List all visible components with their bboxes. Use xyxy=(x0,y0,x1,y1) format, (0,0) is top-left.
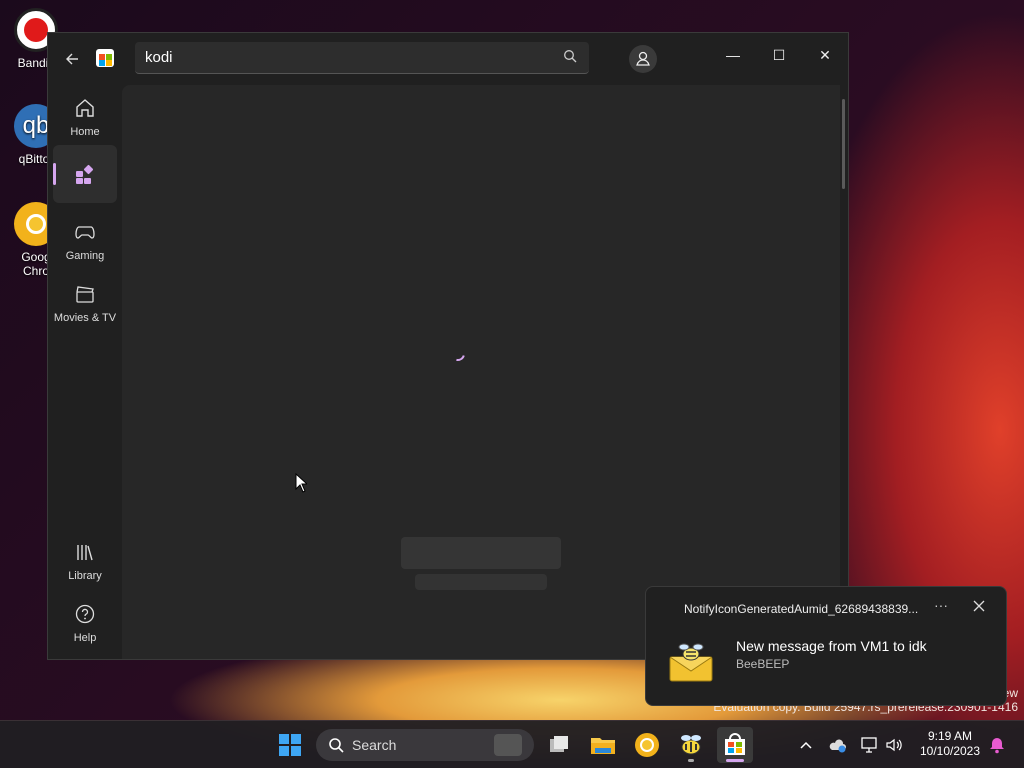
close-icon xyxy=(973,600,985,612)
content-area xyxy=(122,85,840,659)
sidebar: Home Gaming Movies & TV Library Help xyxy=(48,83,122,659)
taskbar: Search 9:19 AM 10/10/2023 xyxy=(0,720,1024,768)
nav-library[interactable]: Library xyxy=(53,533,117,591)
task-view-button[interactable] xyxy=(541,727,577,763)
chrome-taskbar-button[interactable] xyxy=(629,727,665,763)
minimize-button[interactable]: — xyxy=(710,39,756,71)
folder-icon xyxy=(591,738,615,754)
envelope-bee-icon xyxy=(669,643,713,682)
store-icon xyxy=(725,733,745,755)
clapperboard-icon xyxy=(76,286,94,303)
store-logo-icon xyxy=(96,49,114,67)
maximize-button[interactable]: ☐ xyxy=(756,39,802,71)
nav-label: Help xyxy=(73,632,97,644)
minimize-icon: — xyxy=(726,47,740,63)
clock-date: 10/10/2023 xyxy=(919,744,981,758)
nav-help[interactable]: Help xyxy=(53,595,117,653)
person-icon xyxy=(636,51,650,66)
notification-title: New message from VM1 to idk xyxy=(736,638,927,654)
beebeep-taskbar-button[interactable] xyxy=(673,727,709,763)
nav-gaming[interactable]: Gaming xyxy=(53,213,117,271)
file-explorer-button[interactable] xyxy=(585,727,621,763)
skeleton-placeholder xyxy=(415,574,547,590)
nav-home[interactable]: Home xyxy=(53,89,117,147)
gamepad-icon xyxy=(75,226,95,239)
network-tray-button[interactable] xyxy=(860,735,880,755)
nav-label: Movies & TV xyxy=(53,312,117,324)
search-icon xyxy=(564,50,577,63)
start-button[interactable] xyxy=(272,727,308,763)
volume-tray-button[interactable] xyxy=(884,735,904,755)
show-hidden-icons-button[interactable] xyxy=(796,735,816,755)
search-box xyxy=(135,42,589,74)
home-icon xyxy=(76,99,94,117)
maximize-icon: ☐ xyxy=(772,47,786,63)
taskbar-search[interactable]: Search xyxy=(316,729,534,761)
chrome-icon xyxy=(635,733,659,757)
running-indicator xyxy=(688,759,694,762)
store-window: — ☐ ✕ Home Gaming Movies & TV xyxy=(47,32,849,660)
task-view-icon xyxy=(550,736,568,752)
store-taskbar-button[interactable] xyxy=(717,727,753,763)
help-icon xyxy=(75,604,95,624)
taskbar-search-label: Search xyxy=(352,737,397,753)
nav-label: Home xyxy=(70,126,100,138)
cloud-icon xyxy=(829,739,846,753)
speaker-icon xyxy=(886,738,902,752)
notification-more-button[interactable]: ··· xyxy=(932,597,950,613)
notification-toast[interactable]: NotifyIconGeneratedAumid_62689438839... … xyxy=(645,586,1007,706)
close-icon: ✕ xyxy=(819,47,831,63)
notification-subtitle: BeeBEEP xyxy=(736,657,790,671)
arrow-left-icon xyxy=(66,53,78,65)
close-button[interactable]: ✕ xyxy=(802,39,848,71)
back-button[interactable] xyxy=(60,47,84,71)
nav-label: Library xyxy=(68,570,102,582)
search-icon xyxy=(329,738,344,753)
search-input[interactable] xyxy=(145,42,545,72)
search-button[interactable] xyxy=(563,49,579,65)
windows-icon xyxy=(279,734,301,756)
notification-app-name: NotifyIconGeneratedAumid_62689438839... xyxy=(684,602,919,616)
nav-apps[interactable] xyxy=(53,145,117,203)
chevron-up-icon xyxy=(800,741,812,749)
apps-icon xyxy=(76,164,94,184)
clock-time: 9:19 AM xyxy=(927,729,973,743)
network-icon xyxy=(861,737,877,753)
search-highlight-icon xyxy=(494,734,522,756)
notification-close-button[interactable] xyxy=(972,599,988,615)
skeleton-placeholder xyxy=(401,537,561,569)
library-icon xyxy=(77,545,93,561)
account-button[interactable] xyxy=(629,45,657,73)
mouse-cursor-icon xyxy=(295,473,307,493)
nav-movies-tv[interactable]: Movies & TV xyxy=(53,275,117,333)
notification-center-button[interactable] xyxy=(987,735,1007,755)
nav-label: Gaming xyxy=(65,250,105,262)
loading-spinner-icon xyxy=(448,344,468,364)
bee-icon xyxy=(681,735,701,755)
bell-icon xyxy=(990,738,1004,754)
onedrive-tray-button[interactable] xyxy=(828,735,848,755)
title-bar: — ☐ ✕ xyxy=(48,33,848,83)
clock-button[interactable]: 9:19 AM 10/10/2023 xyxy=(914,729,986,759)
scrollbar[interactable] xyxy=(842,99,845,189)
